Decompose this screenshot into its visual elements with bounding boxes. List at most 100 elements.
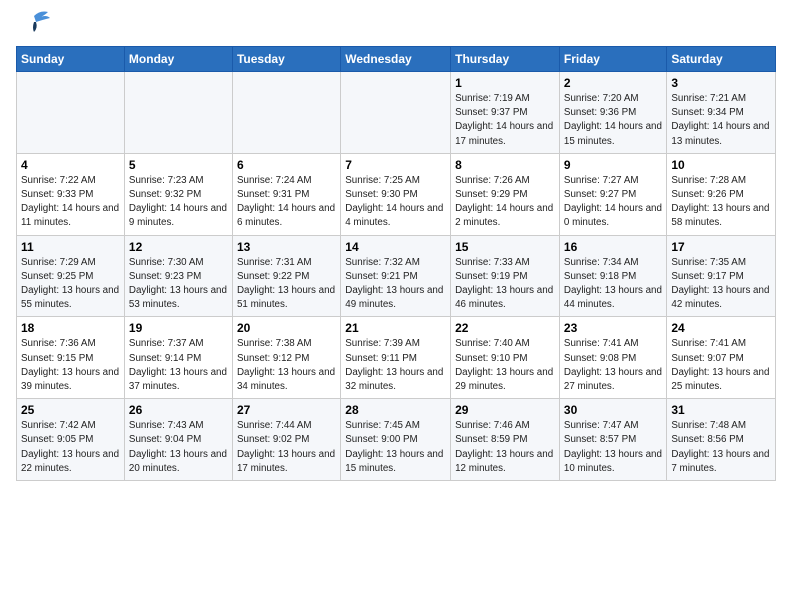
calendar-cell: 21 Sunrise: 7:39 AMSunset: 9:11 PMDayligh… (341, 317, 451, 399)
day-number: 26 (129, 403, 228, 417)
calendar-cell: 6 Sunrise: 7:24 AMSunset: 9:31 PMDaylight… (232, 153, 340, 235)
day-info: Sunrise: 7:22 AMSunset: 9:33 PMDaylight:… (21, 174, 120, 231)
day-number: 10 (671, 158, 771, 172)
day-number: 25 (21, 403, 120, 417)
calendar-cell: 9 Sunrise: 7:27 AMSunset: 9:27 PMDaylight… (559, 153, 666, 235)
day-number: 6 (237, 158, 336, 172)
day-number: 14 (345, 240, 446, 254)
day-number: 19 (129, 321, 228, 335)
day-number: 20 (237, 321, 336, 335)
calendar-cell: 27Sunrise: 7:44 AMSunset: 9:02 PMDayligh… (232, 399, 340, 481)
day-number: 22 (455, 321, 555, 335)
day-info: Sunrise: 7:39 AMSunset: 9:11 PMDaylight:… (345, 337, 446, 394)
day-info: Sunrise: 7:34 AMSunset: 9:18 PMDaylight:… (564, 256, 662, 313)
day-number: 2 (564, 76, 662, 90)
column-header-sunday: Sunday (17, 47, 125, 72)
day-info: Sunrise: 7:35 AMSunset: 9:17 PMDaylight:… (671, 256, 771, 313)
day-info: Sunrise: 7:46 AMSunset: 8:59 PMDaylight:… (455, 419, 555, 476)
day-info: Sunrise: 7:30 AMSunset: 9:23 PMDaylight:… (129, 256, 228, 313)
calendar-cell: 31Sunrise: 7:48 AMSunset: 8:56 PMDayligh… (667, 399, 776, 481)
calendar-cell: 8 Sunrise: 7:26 AMSunset: 9:29 PMDaylight… (451, 153, 560, 235)
logo-bird-icon (18, 8, 50, 36)
day-number: 12 (129, 240, 228, 254)
day-info: Sunrise: 7:45 AMSunset: 9:00 PMDaylight:… (345, 419, 446, 476)
day-info: Sunrise: 7:38 AMSunset: 9:12 PMDaylight:… (237, 337, 336, 394)
column-header-friday: Friday (559, 47, 666, 72)
day-number: 1 (455, 76, 555, 90)
day-number: 11 (21, 240, 120, 254)
day-info: Sunrise: 7:40 AMSunset: 9:10 PMDaylight:… (455, 337, 555, 394)
column-header-thursday: Thursday (451, 47, 560, 72)
calendar-cell: 29 Sunrise: 7:46 AMSunset: 8:59 PMDayligh… (451, 399, 560, 481)
calendar-cell: 10 Sunrise: 7:28 AMSunset: 9:26 PMDayligh… (667, 153, 776, 235)
calendar-cell: 20 Sunrise: 7:38 AMSunset: 9:12 PMDayligh… (232, 317, 340, 399)
day-number: 18 (21, 321, 120, 335)
calendar-cell: 16 Sunrise: 7:34 AMSunset: 9:18 PMDayligh… (559, 235, 666, 317)
calendar-cell: 1 Sunrise: 7:19 AMSunset: 9:37 PMDaylight… (451, 72, 560, 154)
day-info: Sunrise: 7:44 AMSunset: 9:02 PMDaylight:… (237, 419, 336, 476)
calendar-cell (341, 72, 451, 154)
calendar-week-row: 1 Sunrise: 7:19 AMSunset: 9:37 PMDaylight… (17, 72, 776, 154)
column-header-saturday: Saturday (667, 47, 776, 72)
day-info: Sunrise: 7:42 AMSunset: 9:05 PMDaylight:… (21, 419, 120, 476)
day-info: Sunrise: 7:36 AMSunset: 9:15 PMDaylight:… (21, 337, 120, 394)
day-info: Sunrise: 7:33 AMSunset: 9:19 PMDaylight:… (455, 256, 555, 313)
calendar-cell: 17 Sunrise: 7:35 AMSunset: 9:17 PMDayligh… (667, 235, 776, 317)
calendar-cell: 3 Sunrise: 7:21 AMSunset: 9:34 PMDaylight… (667, 72, 776, 154)
calendar-cell: 28Sunrise: 7:45 AMSunset: 9:00 PMDayligh… (341, 399, 451, 481)
column-header-wednesday: Wednesday (341, 47, 451, 72)
calendar-header-row: SundayMondayTuesdayWednesdayThursdayFrid… (17, 47, 776, 72)
day-info: Sunrise: 7:41 AMSunset: 9:07 PMDaylight:… (671, 337, 771, 394)
calendar-cell: 25 Sunrise: 7:42 AMSunset: 9:05 PMDayligh… (17, 399, 125, 481)
day-number: 13 (237, 240, 336, 254)
day-number: 17 (671, 240, 771, 254)
calendar-week-row: 11 Sunrise: 7:29 AMSunset: 9:25 PMDayligh… (17, 235, 776, 317)
day-info: Sunrise: 7:27 AMSunset: 9:27 PMDaylight:… (564, 174, 662, 231)
day-number: 21 (345, 321, 446, 335)
calendar-cell: 15 Sunrise: 7:33 AMSunset: 9:19 PMDayligh… (451, 235, 560, 317)
column-header-tuesday: Tuesday (232, 47, 340, 72)
day-info: Sunrise: 7:21 AMSunset: 9:34 PMDaylight:… (671, 92, 771, 149)
day-info: Sunrise: 7:43 AMSunset: 9:04 PMDaylight:… (129, 419, 228, 476)
calendar-cell: 18 Sunrise: 7:36 AMSunset: 9:15 PMDayligh… (17, 317, 125, 399)
day-number: 3 (671, 76, 771, 90)
day-info: Sunrise: 7:29 AMSunset: 9:25 PMDaylight:… (21, 256, 120, 313)
calendar-cell: 2 Sunrise: 7:20 AMSunset: 9:36 PMDaylight… (559, 72, 666, 154)
day-info: Sunrise: 7:23 AMSunset: 9:32 PMDaylight:… (129, 174, 228, 231)
day-number: 30 (564, 403, 662, 417)
calendar-cell: 23 Sunrise: 7:41 AMSunset: 9:08 PMDayligh… (559, 317, 666, 399)
calendar-cell: 12 Sunrise: 7:30 AMSunset: 9:23 PMDayligh… (124, 235, 232, 317)
calendar-cell (124, 72, 232, 154)
day-number: 5 (129, 158, 228, 172)
day-number: 7 (345, 158, 446, 172)
day-number: 23 (564, 321, 662, 335)
calendar-cell (17, 72, 125, 154)
calendar-cell: 7Sunrise: 7:25 AMSunset: 9:30 PMDaylight… (341, 153, 451, 235)
day-number: 4 (21, 158, 120, 172)
day-info: Sunrise: 7:28 AMSunset: 9:26 PMDaylight:… (671, 174, 771, 231)
calendar-week-row: 4 Sunrise: 7:22 AMSunset: 9:33 PMDaylight… (17, 153, 776, 235)
day-info: Sunrise: 7:37 AMSunset: 9:14 PMDaylight:… (129, 337, 228, 394)
calendar-cell: 22 Sunrise: 7:40 AMSunset: 9:10 PMDayligh… (451, 317, 560, 399)
day-info: Sunrise: 7:26 AMSunset: 9:29 PMDaylight:… (455, 174, 555, 231)
calendar-cell: 24 Sunrise: 7:41 AMSunset: 9:07 PMDayligh… (667, 317, 776, 399)
day-info: Sunrise: 7:20 AMSunset: 9:36 PMDaylight:… (564, 92, 662, 149)
day-number: 8 (455, 158, 555, 172)
calendar-cell: 14Sunrise: 7:32 AMSunset: 9:21 PMDayligh… (341, 235, 451, 317)
day-info: Sunrise: 7:31 AMSunset: 9:22 PMDaylight:… (237, 256, 336, 313)
day-number: 29 (455, 403, 555, 417)
calendar-cell: 11 Sunrise: 7:29 AMSunset: 9:25 PMDayligh… (17, 235, 125, 317)
day-info: Sunrise: 7:19 AMSunset: 9:37 PMDaylight:… (455, 92, 555, 149)
calendar-cell: 19 Sunrise: 7:37 AMSunset: 9:14 PMDayligh… (124, 317, 232, 399)
day-info: Sunrise: 7:41 AMSunset: 9:08 PMDaylight:… (564, 337, 662, 394)
day-info: Sunrise: 7:24 AMSunset: 9:31 PMDaylight:… (237, 174, 336, 231)
calendar-week-row: 18 Sunrise: 7:36 AMSunset: 9:15 PMDayligh… (17, 317, 776, 399)
calendar-cell (232, 72, 340, 154)
day-number: 24 (671, 321, 771, 335)
day-number: 15 (455, 240, 555, 254)
calendar-cell: 5 Sunrise: 7:23 AMSunset: 9:32 PMDaylight… (124, 153, 232, 235)
day-number: 9 (564, 158, 662, 172)
day-number: 16 (564, 240, 662, 254)
calendar-cell: 26 Sunrise: 7:43 AMSunset: 9:04 PMDayligh… (124, 399, 232, 481)
calendar-table: SundayMondayTuesdayWednesdayThursdayFrid… (16, 46, 776, 481)
